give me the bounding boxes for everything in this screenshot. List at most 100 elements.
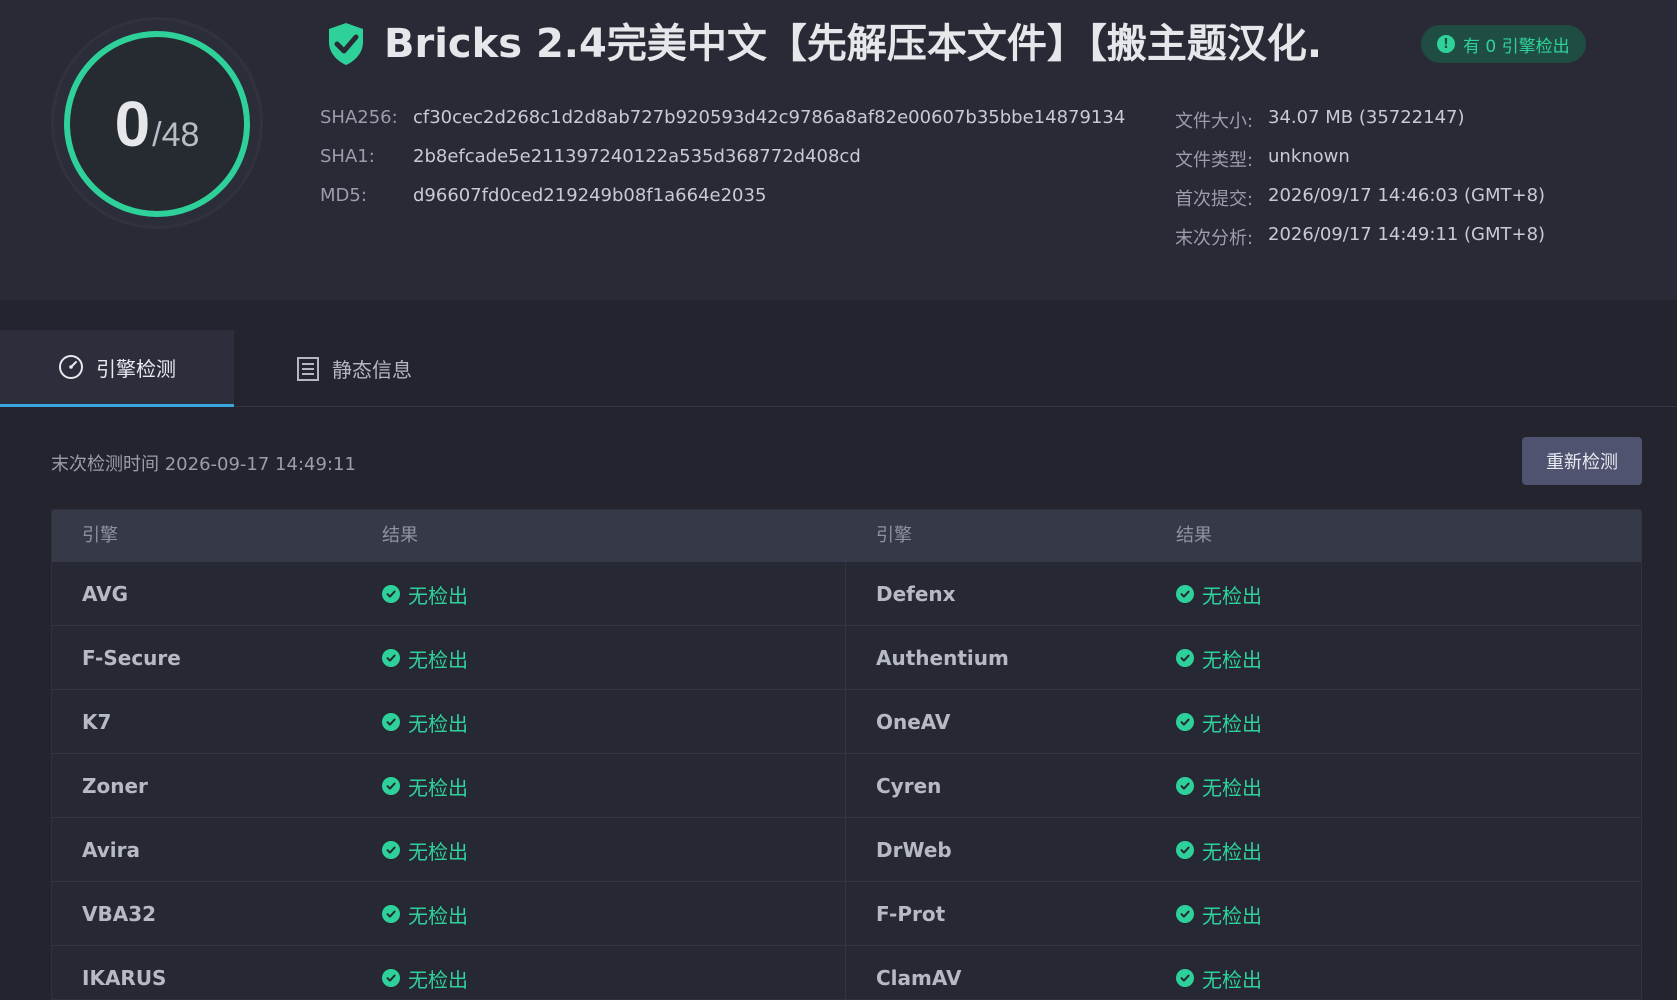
engine-name: DrWeb <box>876 838 952 862</box>
alert-icon: ! <box>1437 35 1455 53</box>
engine-result: 无检出 <box>1176 882 1262 946</box>
table-row: VBA32 无检出 F-Prot 无检出 <box>52 882 1641 946</box>
check-circle-icon <box>382 969 400 987</box>
check-circle-icon <box>1176 841 1194 859</box>
tab-bar: 引擎检测 静态信息 <box>0 330 1677 407</box>
sha256-label: SHA256: <box>320 107 398 128</box>
result-label: 无检出 <box>1202 903 1262 928</box>
check-circle-icon <box>382 905 400 923</box>
engine-result: 无检出 <box>382 882 468 946</box>
last-analysis-value: 2026/09/17 14:49:11 (GMT+8) <box>1268 224 1546 245</box>
check-circle-icon <box>382 777 400 795</box>
result-label: 无检出 <box>408 711 468 736</box>
check-circle-icon <box>1176 777 1194 795</box>
check-circle-icon <box>382 713 400 731</box>
file-summary-header: 0 /48 Bricks 2.4完美中文【先解压本文件】【搬主题汉化... ! … <box>0 0 1677 300</box>
file-title: Bricks 2.4完美中文【先解压本文件】【搬主题汉化... <box>384 21 1324 67</box>
check-circle-icon <box>382 585 400 603</box>
list-icon <box>297 356 319 381</box>
first-submit-value: 2026/09/17 14:46:03 (GMT+8) <box>1268 185 1546 206</box>
column-header-result-left: 结果 <box>382 525 418 546</box>
file-size-label: 文件大小: <box>1175 111 1254 132</box>
gauge-icon <box>59 355 83 379</box>
tab-engine-detection-label: 引擎检测 <box>96 356 176 381</box>
table-row: K7 无检出 OneAV 无检出 <box>52 690 1641 754</box>
file-size-value: 34.07 MB (35722147) <box>1268 107 1465 128</box>
tab-engine-detection[interactable]: 引擎检测 <box>0 330 234 407</box>
tab-static-info[interactable]: 静态信息 <box>296 330 412 407</box>
engine-name: VBA32 <box>82 902 157 926</box>
column-header-engine-left: 引擎 <box>82 525 118 546</box>
column-header-result-right: 结果 <box>1176 525 1212 546</box>
engine-total: /48 <box>152 115 200 154</box>
check-circle-icon <box>1176 969 1194 987</box>
result-label: 无检出 <box>1202 583 1262 608</box>
detection-badge-label: 有 0 引擎检出 <box>1463 36 1570 57</box>
engine-result: 无检出 <box>382 626 468 690</box>
engine-result: 无检出 <box>382 818 468 882</box>
engine-name: IKARUS <box>82 966 167 990</box>
table-row: IKARUS 无检出 ClamAV 无检出 <box>52 946 1641 999</box>
file-type-value: unknown <box>1268 146 1350 167</box>
sha1-label: SHA1: <box>320 146 375 167</box>
engine-name: F-Secure <box>82 646 181 670</box>
check-circle-icon <box>382 841 400 859</box>
engine-result: 无检出 <box>382 562 468 626</box>
table-row: F-Secure 无检出 Authentium 无检出 <box>52 626 1641 690</box>
first-submit-label: 首次提交: <box>1175 189 1254 210</box>
check-circle-icon <box>1176 713 1194 731</box>
table-row: Zoner 无检出 Cyren 无检出 <box>52 754 1641 818</box>
last-analysis-label: 末次分析: <box>1175 228 1254 249</box>
sha256-value: cf30cec2d268c1d2d8ab727b920593d42c9786a8… <box>413 107 1126 128</box>
column-header-engine-right: 引擎 <box>876 525 912 546</box>
engine-result: 无检出 <box>1176 754 1262 818</box>
table-row: Avira 无检出 DrWeb 无检出 <box>52 818 1641 882</box>
engine-result: 无检出 <box>382 690 468 754</box>
check-circle-icon <box>1176 649 1194 667</box>
engine-name: K7 <box>82 710 112 734</box>
engine-result: 无检出 <box>382 754 468 818</box>
engine-name: OneAV <box>876 710 951 734</box>
result-label: 无检出 <box>408 839 468 864</box>
engine-name: Defenx <box>876 582 956 606</box>
result-label: 无检出 <box>1202 647 1262 672</box>
check-circle-icon <box>1176 585 1194 603</box>
check-circle-icon <box>382 649 400 667</box>
result-label: 无检出 <box>1202 775 1262 800</box>
engine-result: 无检出 <box>1176 626 1262 690</box>
engine-results-table: 引擎 结果 引擎 结果 AVG 无检出 Defenx 无检出 F-Secure 无检出 Au… <box>51 509 1642 1000</box>
engine-name: Zoner <box>82 774 148 798</box>
check-circle-icon <box>1176 905 1194 923</box>
engine-result: 无检出 <box>1176 690 1262 754</box>
detection-score-ring: 0 /48 <box>64 31 250 217</box>
sha1-value: 2b8efcade5e211397240122a535d368772d408cd <box>413 146 861 167</box>
tab-static-info-label: 静态信息 <box>332 358 412 382</box>
detection-score: 0 /48 <box>70 37 244 211</box>
engine-result: 无检出 <box>1176 562 1262 626</box>
engine-name: F-Prot <box>876 902 946 926</box>
result-label: 无检出 <box>408 967 468 992</box>
engine-result: 无检出 <box>382 946 468 999</box>
engine-name: Avira <box>82 838 141 862</box>
engine-name: AVG <box>82 582 129 606</box>
table-row: AVG 无检出 Defenx 无检出 <box>52 562 1641 626</box>
engine-result: 无检出 <box>1176 946 1262 999</box>
result-label: 无检出 <box>408 775 468 800</box>
result-label: 无检出 <box>1202 711 1262 736</box>
md5-value: d96607fd0ced219249b08f1a664e2035 <box>413 185 767 206</box>
engine-name: Cyren <box>876 774 942 798</box>
result-label: 无检出 <box>408 647 468 672</box>
file-type-label: 文件类型: <box>1175 150 1254 171</box>
engine-name: ClamAV <box>876 966 962 990</box>
result-label: 无检出 <box>1202 967 1262 992</box>
md5-label: MD5: <box>320 185 367 206</box>
engine-result: 无检出 <box>1176 818 1262 882</box>
detection-badge: ! 有 0 引擎检出 <box>1421 25 1586 63</box>
last-scan-time: 末次检测时间 2026-09-17 14:49:11 <box>51 454 356 475</box>
detection-count: 0 <box>114 88 151 160</box>
engine-name: Authentium <box>876 646 1009 670</box>
result-label: 无检出 <box>408 583 468 608</box>
result-label: 无检出 <box>408 903 468 928</box>
rescan-button[interactable]: 重新检测 <box>1522 437 1642 485</box>
shield-check-icon <box>329 23 363 65</box>
